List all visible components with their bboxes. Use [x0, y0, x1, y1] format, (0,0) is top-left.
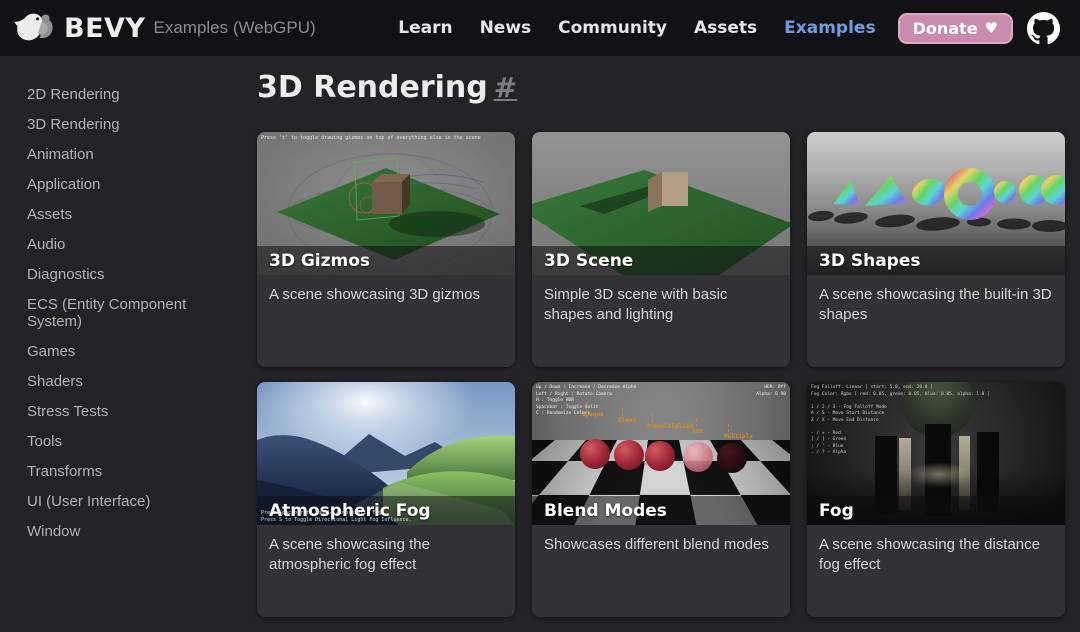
shapes-thumbnail: 3D Shapes — [807, 132, 1065, 275]
blend-modes-hud-text: HDR: Off Alpha: 0.90 — [756, 385, 786, 398]
card-title-bar: 3D Shapes — [807, 246, 1065, 275]
card-description: Simple 3D scene with basic shapes and li… — [532, 275, 790, 336]
atmospheric-fog-thumbnail: Press Spacebar to Toggle Atmospheric Fog… — [257, 382, 515, 525]
page-title: 3D Rendering — [257, 70, 488, 106]
sphere-blend — [614, 440, 644, 470]
example-card-3d-shapes[interactable]: 3D Shapes A scene showcasing the built-i… — [807, 132, 1065, 367]
page-heading: 3D Rendering # — [257, 70, 1065, 106]
card-title-bar: 3D Gizmos — [257, 246, 515, 275]
sphere-opaque — [580, 439, 610, 469]
top-nav-bar: BEVY Examples (WebGPU) Learn News Commun… — [0, 0, 1080, 56]
bevy-logo[interactable]: BEVY — [14, 10, 145, 46]
sidebar-item-ecs[interactable]: ECS (Entity Component System) — [27, 296, 225, 330]
bevy-bird-icon — [14, 10, 56, 46]
label-tick — [652, 414, 653, 422]
nav-link-news[interactable]: News — [480, 18, 532, 38]
sidebar-item-application[interactable]: Application — [27, 176, 225, 193]
sphere-multiply — [717, 443, 747, 473]
donate-label: Donate — [913, 19, 978, 38]
sidebar-item-stress-tests[interactable]: Stress Tests — [27, 403, 225, 420]
main-nav: Learn News Community Assets Examples — [398, 18, 875, 38]
sidebar-item-ui[interactable]: UI (User Interface) — [27, 493, 225, 510]
heart-icon: ♥ — [985, 21, 998, 36]
heading-anchor-link[interactable]: # — [494, 71, 517, 104]
github-icon[interactable] — [1027, 12, 1060, 45]
atmospheric-fog-thumb-note: Press Spacebar to Toggle Atmospheric Fog… — [261, 510, 412, 525]
example-card-fog[interactable]: Fog Falloff: Linear [ start: 5.0, end: 2… — [807, 382, 1065, 617]
scene-thumbnail: 3D Scene — [532, 132, 790, 275]
sidebar-item-tools[interactable]: Tools — [27, 433, 225, 450]
sphere-premultiplied — [645, 441, 675, 471]
sidebar-item-2d-rendering[interactable]: 2D Rendering — [27, 86, 225, 103]
blend-label-premultiplied: Premultiplied — [646, 423, 693, 430]
nav-link-examples[interactable]: Examples — [784, 18, 875, 38]
sidebar-item-3d-rendering[interactable]: 3D Rendering — [27, 116, 225, 133]
example-card-atmospheric-fog[interactable]: Press Spacebar to Toggle Atmospheric Fog… — [257, 382, 515, 617]
card-description: Showcases different blend modes — [532, 525, 790, 565]
gizmos-thumbnail: Press 't' to toggle drawing gizmos on to… — [257, 132, 515, 275]
card-title-bar: 3D Scene — [532, 246, 790, 275]
blend-modes-thumbnail: Opaque Blend Premultiplied Add Multiply … — [532, 382, 790, 525]
sidebar-item-animation[interactable]: Animation — [27, 146, 225, 163]
sidebar-item-shaders[interactable]: Shaders — [27, 373, 225, 390]
card-description: A scene showcasing 3D gizmos — [257, 275, 515, 315]
gizmos-thumb-note: Press 't' to toggle drawing gizmos on to… — [261, 135, 481, 142]
sidebar-item-assets[interactable]: Assets — [27, 206, 225, 223]
fog-thumb-note: Fog Falloff: Linear [ start: 5.0, end: 2… — [811, 385, 990, 457]
sidebar-item-window[interactable]: Window — [27, 523, 225, 540]
label-tick — [728, 424, 729, 432]
nav-link-learn[interactable]: Learn — [398, 18, 452, 38]
blend-label-multiply: Multiply — [724, 433, 753, 440]
card-description: A scene showcasing the built-in 3D shape… — [807, 275, 1065, 336]
donate-button[interactable]: Donate ♥ — [898, 13, 1013, 44]
card-description: A scene showcasing the distance fog effe… — [807, 525, 1065, 586]
sidebar-item-games[interactable]: Games — [27, 343, 225, 360]
label-tick — [696, 419, 697, 427]
example-card-3d-gizmos[interactable]: Press 't' to toggle drawing gizmos on to… — [257, 132, 515, 367]
main-content: 3D Rendering # — [255, 56, 1080, 632]
card-title: Blend Modes — [544, 501, 667, 521]
example-card-3d-scene[interactable]: 3D Scene Simple 3D scene with basic shap… — [532, 132, 790, 367]
example-card-grid: Press 't' to toggle drawing gizmos on to… — [257, 132, 1065, 617]
fog-thumbnail: Fog Falloff: Linear [ start: 5.0, end: 2… — [807, 382, 1065, 525]
blend-label-add: Add — [692, 428, 703, 435]
blend-label-blend: Blend — [618, 417, 636, 424]
sidebar-item-audio[interactable]: Audio — [27, 236, 225, 253]
sidebar-item-diagnostics[interactable]: Diagnostics — [27, 266, 225, 283]
card-title: Fog — [819, 501, 854, 521]
sphere-add — [683, 442, 713, 472]
card-title: 3D Shapes — [819, 251, 921, 271]
nav-link-community[interactable]: Community — [558, 18, 667, 38]
blend-modes-help-text: Up / Down : Increase / Decrease Alpha Le… — [536, 385, 636, 418]
card-title: 3D Scene — [544, 251, 633, 271]
page-subtitle: Examples (WebGPU) — [153, 18, 315, 38]
nav-link-assets[interactable]: Assets — [694, 18, 757, 38]
example-card-blend-modes[interactable]: Opaque Blend Premultiplied Add Multiply … — [532, 382, 790, 617]
card-title: 3D Gizmos — [269, 251, 370, 271]
category-sidebar: 2D Rendering 3D Rendering Animation Appl… — [0, 56, 255, 632]
card-title-bar: Fog — [807, 496, 1065, 525]
card-title-bar: Blend Modes — [532, 496, 790, 525]
brand-name: BEVY — [64, 13, 145, 44]
card-description: A scene showcasing the atmospheric fog e… — [257, 525, 515, 586]
sidebar-item-transforms[interactable]: Transforms — [27, 463, 225, 480]
